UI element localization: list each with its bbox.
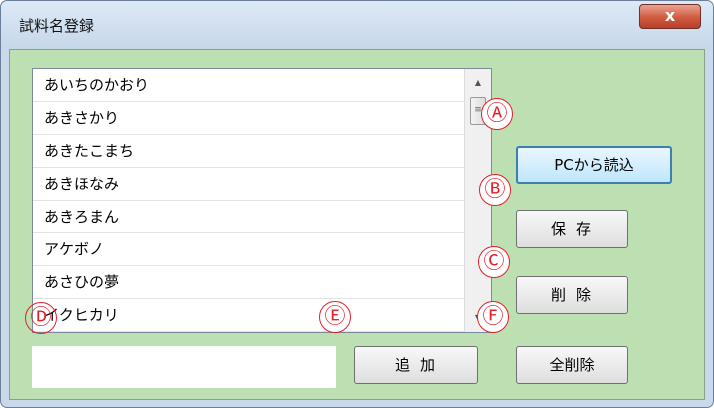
- callout-marker-a: Ⓐ: [481, 98, 513, 130]
- close-button[interactable]: x: [639, 4, 701, 29]
- callout-marker-c: Ⓒ: [478, 246, 510, 278]
- sample-name-registration-window: 試料名登録 x あいちのかおり あきさかり あきたこまち あきほなみ あきろまん…: [0, 0, 714, 408]
- window-title: 試料名登録: [19, 17, 95, 35]
- delete-all-button[interactable]: 全削除: [516, 346, 628, 384]
- client-area: あいちのかおり あきさかり あきたこまち あきほなみ あきろまん アケボノ あさ…: [9, 49, 705, 400]
- callout-marker-d: Ⓓ: [25, 302, 57, 334]
- sample-name-list[interactable]: あいちのかおり あきさかり あきたこまち あきほなみ あきろまん アケボノ あさ…: [32, 68, 492, 333]
- list-item[interactable]: あきろまん: [33, 201, 464, 234]
- list-item[interactable]: あさひの夢: [33, 266, 464, 300]
- list-item[interactable]: あきさかり: [33, 102, 464, 135]
- add-button[interactable]: 追加: [354, 346, 478, 384]
- list-items-container: あいちのかおり あきさかり あきたこまち あきほなみ あきろまん アケボノ あさ…: [33, 69, 464, 332]
- callout-marker-f: Ⓕ: [477, 301, 509, 333]
- sample-name-input[interactable]: [32, 346, 336, 388]
- save-button[interactable]: 保存: [516, 210, 628, 248]
- list-item[interactable]: あきほなみ: [33, 168, 464, 201]
- title-bar[interactable]: 試料名登録 x: [1, 1, 713, 49]
- callout-marker-e: Ⓔ: [319, 301, 351, 333]
- list-item[interactable]: イクヒカリ: [33, 299, 464, 332]
- list-item[interactable]: アケボノ: [33, 233, 464, 267]
- scroll-up-arrow-icon[interactable]: ▲: [465, 73, 491, 93]
- delete-button[interactable]: 削除: [516, 276, 628, 314]
- list-item[interactable]: あきたこまち: [33, 135, 464, 168]
- callout-marker-b: Ⓑ: [479, 174, 511, 206]
- list-item[interactable]: あいちのかおり: [33, 69, 464, 102]
- load-from-pc-button[interactable]: PCから読込: [516, 146, 672, 184]
